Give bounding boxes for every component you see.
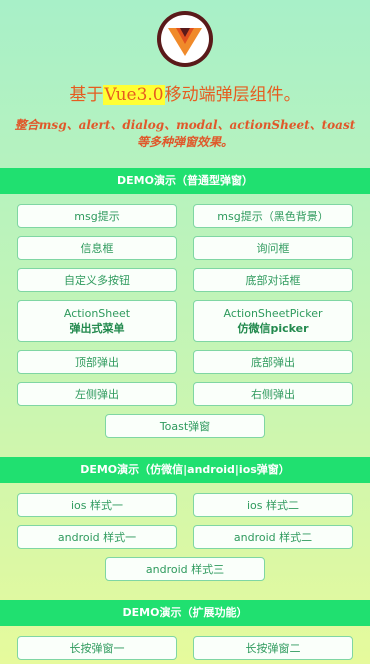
section-title-extended: DEMO演示（扩展功能）: [0, 600, 370, 626]
action-sheet-button[interactable]: ActionSheet 弹出式菜单: [17, 300, 177, 342]
action-sheet-label: ActionSheet: [63, 307, 131, 320]
ios-style-2-button[interactable]: ios 样式二: [193, 493, 353, 517]
custom-buttons-button[interactable]: 自定义多按钮: [17, 268, 177, 292]
section-extended: 长按弹窗一 长按弹窗二: [0, 636, 370, 660]
header: 基于Vue3.0移动端弹层组件。 整合msg、alert、dialog、moda…: [0, 0, 370, 151]
android-style-1-button[interactable]: android 样式一: [17, 525, 177, 549]
top-popup-button[interactable]: 顶部弹出: [17, 350, 177, 374]
android-style-2-button[interactable]: android 样式二: [193, 525, 353, 549]
confirm-box-button[interactable]: 询问框: [193, 236, 353, 260]
action-sheet-picker-label: ActionSheetPicker: [223, 307, 323, 320]
long-press-2-button[interactable]: 长按弹窗二: [193, 636, 353, 660]
msg-dark-button[interactable]: msg提示（黑色背景）: [193, 204, 353, 228]
bottom-popup-button[interactable]: 底部弹出: [193, 350, 353, 374]
logo-icon: [157, 11, 213, 67]
section-title-wechat: DEMO演示（仿微信|android|ios弹窗）: [0, 457, 370, 483]
page-subtitle: 整合msg、alert、dialog、modal、actionSheet、toa…: [14, 118, 356, 149]
section-title-normal: DEMO演示（普通型弹窗）: [0, 168, 370, 194]
bottom-dialog-button[interactable]: 底部对话框: [193, 268, 353, 292]
info-box-button[interactable]: 信息框: [17, 236, 177, 260]
action-sheet-picker-sublabel: 仿微信picker: [237, 322, 309, 335]
long-press-1-button[interactable]: 长按弹窗一: [17, 636, 177, 660]
page-title: 基于Vue3.0移动端弹层组件。: [69, 85, 301, 105]
ios-style-1-button[interactable]: ios 样式一: [17, 493, 177, 517]
section-normal: msg提示 msg提示（黑色背景） 信息框 询问框 自定义多按钮 底部对话框 A…: [0, 204, 370, 438]
action-sheet-picker-button[interactable]: ActionSheetPicker 仿微信picker: [193, 300, 353, 342]
action-sheet-sublabel: 弹出式菜单: [69, 322, 125, 335]
toast-button[interactable]: Toast弹窗: [105, 414, 265, 438]
android-style-3-button[interactable]: android 样式三: [105, 557, 265, 581]
left-popup-button[interactable]: 左侧弹出: [17, 382, 177, 406]
right-popup-button[interactable]: 右侧弹出: [193, 382, 353, 406]
section-wechat: ios 样式一 ios 样式二 android 样式一 android 样式二 …: [0, 493, 370, 581]
msg-button[interactable]: msg提示: [17, 204, 177, 228]
